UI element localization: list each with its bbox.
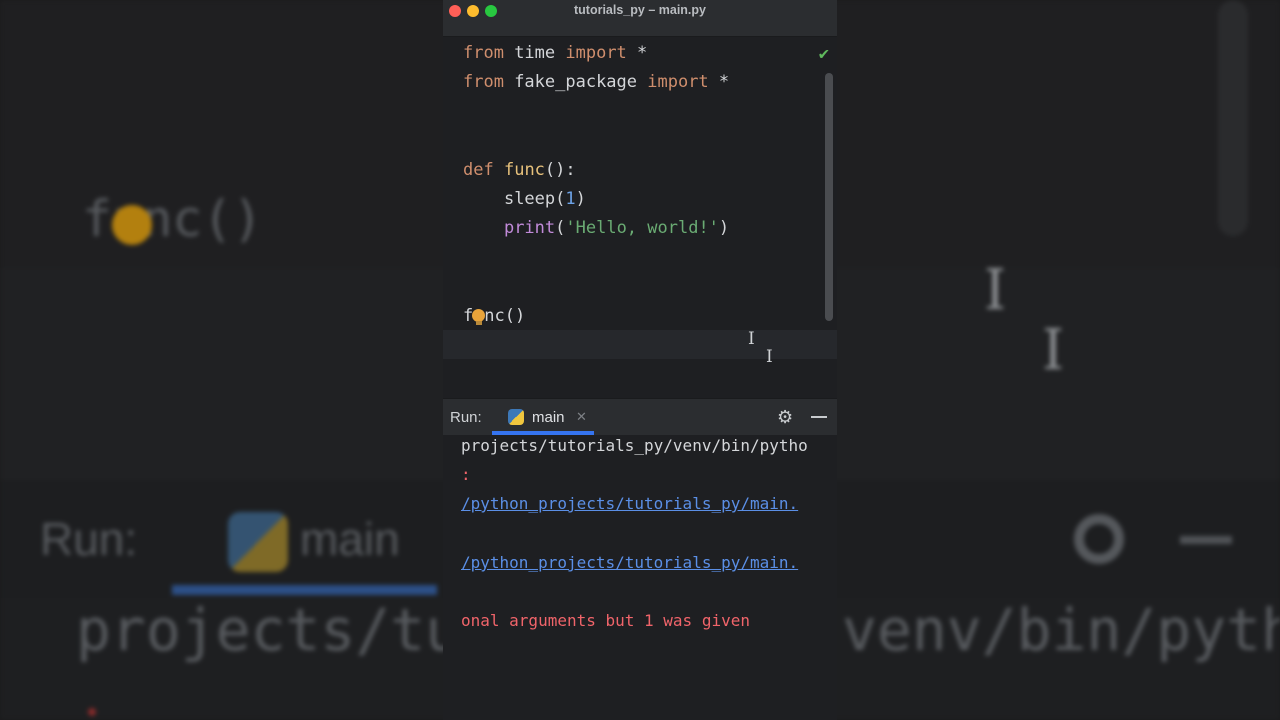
text-cursor-icon: I [766, 347, 773, 367]
minimize-icon[interactable] [811, 416, 827, 418]
keyword: import [647, 72, 709, 92]
gear-icon[interactable]: ⚙ [777, 407, 793, 428]
code-line: sleep(1) [463, 185, 586, 214]
run-console[interactable]: projects/tutorials_py/venv/bin/pytho : /… [443, 435, 837, 720]
code-text: nc() [484, 306, 526, 326]
bg-gear-icon [1074, 514, 1124, 564]
code-line: def func(): [463, 156, 576, 185]
bg-dot [88, 708, 96, 716]
tab-main[interactable]: main ✕ [492, 399, 594, 435]
code-line: f nc() [463, 302, 525, 331]
keyword: from [463, 72, 504, 92]
bg-code-text: func() [82, 190, 263, 248]
ide-window: tutorials_py – main.py from time import … [443, 0, 837, 720]
code-punctuation: ) [575, 189, 586, 209]
string-literal: 'Hello, world!' [565, 218, 719, 238]
bg-minus-icon [1180, 536, 1232, 544]
code-punctuation: (): [544, 160, 576, 180]
module-name: fake_package [503, 72, 648, 92]
code-punctuation: ( [555, 218, 566, 238]
bg-lightbulb-icon [112, 205, 152, 245]
console-line: projects/tutorials_py/venv/bin/pytho [461, 436, 808, 455]
current-line-highlight [443, 330, 837, 359]
module-name: time [503, 43, 566, 63]
function-name: func [503, 160, 545, 180]
run-label: Run: [450, 409, 482, 426]
checkmark-icon[interactable]: ✔ [819, 44, 829, 64]
builtin-name: print [503, 218, 556, 238]
python-icon [508, 409, 524, 425]
run-toolbar: Run: main ✕ ⚙ [443, 398, 837, 435]
editor-scrollbar[interactable] [825, 73, 833, 321]
function-call: sleep( [503, 189, 566, 209]
keyword: import [565, 43, 627, 63]
close-tab-icon[interactable]: ✕ [576, 409, 587, 425]
title-bar: tutorials_py – main.py [443, 0, 837, 37]
keyword: def [463, 160, 494, 180]
bg-tab-label: main [300, 513, 400, 565]
console-line: : [461, 465, 471, 484]
console-link[interactable]: /python_projects/tutorials_py/main. [461, 552, 798, 574]
bg-text-cursor-icon: I [984, 258, 1007, 323]
code-line: print('Hello, world!') [463, 214, 729, 243]
import-target: * [626, 43, 648, 63]
bg-text-cursor-icon: I [1042, 318, 1065, 383]
bg-tab-underline [172, 585, 437, 595]
keyword: from [463, 43, 504, 63]
bg-path-right: venv/bin/pytho [842, 596, 1280, 664]
bg-run-label: Run: [40, 513, 138, 565]
bg-path-left: projects/tu [76, 596, 461, 664]
text-cursor-icon: I [748, 329, 755, 349]
window-title: tutorials_py – main.py [574, 3, 706, 17]
tab-label: main [532, 409, 565, 426]
code-punctuation: ) [718, 218, 730, 238]
bg-python-icon [228, 512, 288, 572]
code-line: from fake_package import * [463, 68, 729, 97]
code-editor[interactable]: from time import * from fake_package imp… [443, 37, 837, 398]
bg-scrollbar [1218, 0, 1248, 236]
number-literal: 1 [565, 189, 576, 209]
console-link[interactable]: /python_projects/tutorials_py/main. [461, 493, 798, 515]
console-error-line: onal arguments but 1 was given [461, 611, 750, 630]
import-target: * [708, 72, 730, 92]
code-line: from time import * [463, 39, 647, 68]
